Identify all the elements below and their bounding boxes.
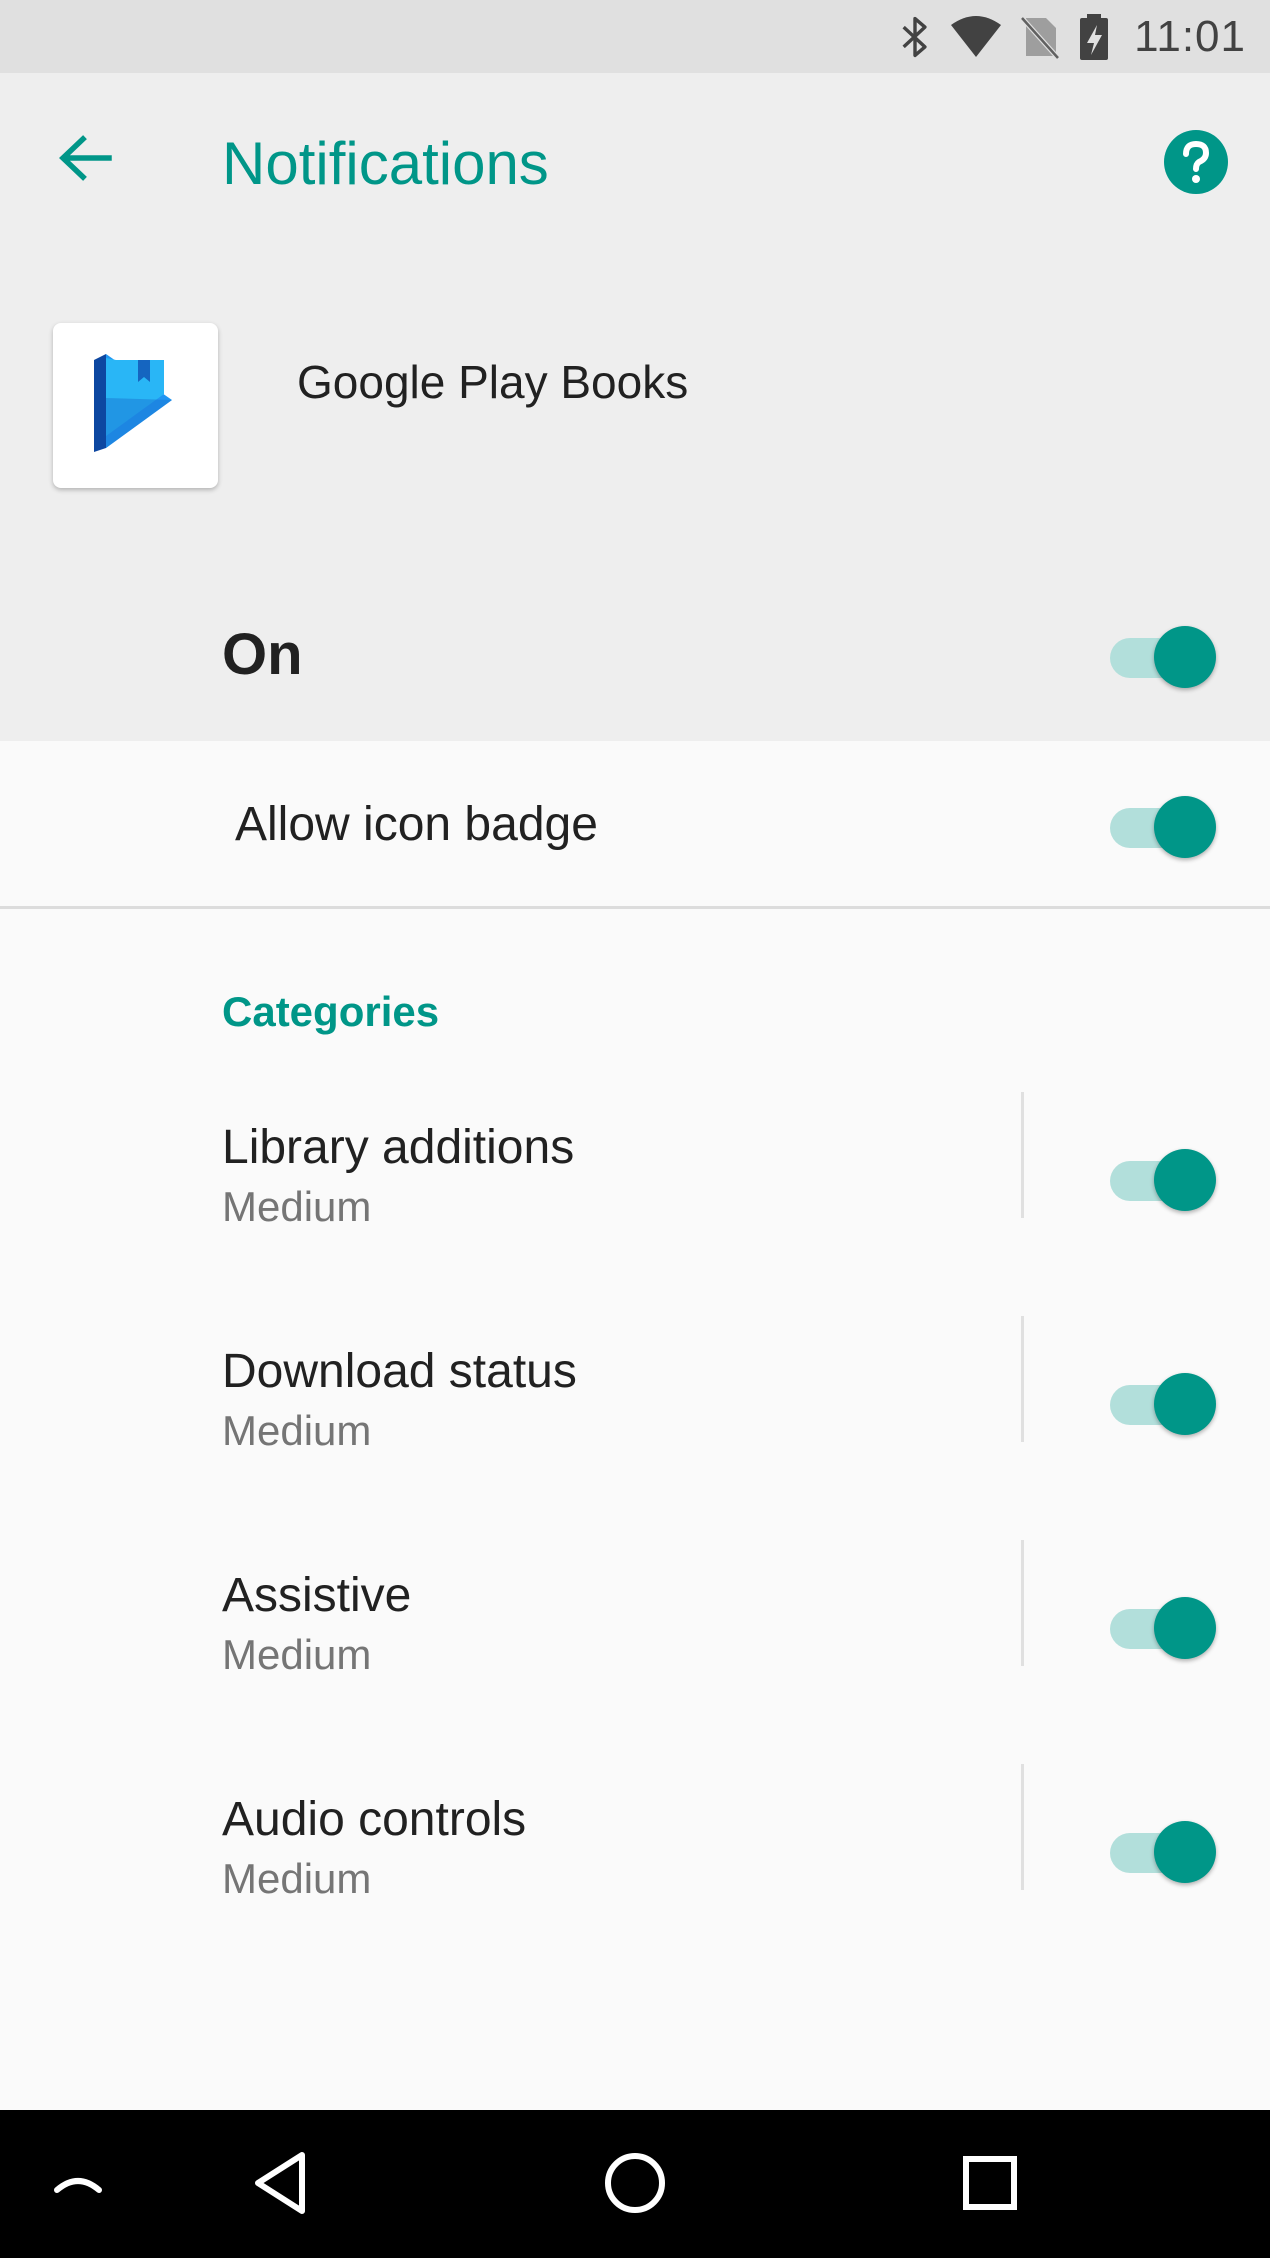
category-title: Audio controls <box>222 1793 527 1846</box>
category-row-assistive[interactable]: Assistive Medium <box>0 1540 1270 1766</box>
arrow-back-icon <box>57 133 113 188</box>
toggle-thumb <box>1154 1149 1216 1211</box>
navigation-bar <box>0 2110 1270 2258</box>
category-importance: Medium <box>222 1631 372 1678</box>
category-importance: Medium <box>222 1855 372 1902</box>
vertical-separator <box>1021 1092 1024 1218</box>
bluetooth-icon <box>898 14 932 60</box>
category-title: Assistive <box>222 1569 412 1622</box>
vertical-separator <box>1021 1764 1024 1890</box>
category-toggle-audio-controls[interactable] <box>1106 1813 1216 1883</box>
category-row-audio-controls[interactable]: Audio controls Medium <box>0 1764 1270 1990</box>
wifi-icon <box>950 15 1002 59</box>
master-toggle-label: On <box>222 622 303 687</box>
category-title: Download status <box>222 1345 577 1398</box>
toggle-thumb <box>1154 1821 1216 1883</box>
nav-back-button[interactable] <box>240 2140 320 2230</box>
help-icon <box>1162 130 1230 200</box>
status-bar: 11:01 <box>0 0 1270 73</box>
status-time: 11:01 <box>1134 11 1246 61</box>
nav-home-button[interactable] <box>590 2140 680 2230</box>
category-toggle-assistive[interactable] <box>1106 1589 1216 1659</box>
master-toggle[interactable] <box>1106 618 1216 688</box>
category-toggle-download-status[interactable] <box>1106 1365 1216 1435</box>
categories-header: Categories <box>222 988 440 1035</box>
toggle-thumb <box>1154 1597 1216 1659</box>
recents-square-icon <box>962 2155 1018 2216</box>
icon-badge-toggle[interactable] <box>1106 788 1216 858</box>
vertical-separator <box>1021 1540 1024 1666</box>
help-button[interactable] <box>1162 128 1230 196</box>
category-importance: Medium <box>222 1407 372 1454</box>
category-importance: Medium <box>222 1183 372 1230</box>
vertical-separator <box>1021 1316 1024 1442</box>
section-divider <box>0 906 1270 909</box>
category-row-download-status[interactable]: Download status Medium <box>0 1316 1270 1542</box>
app-icon-tile <box>53 323 218 488</box>
category-title: Library additions <box>222 1121 575 1174</box>
page-title: Notifications <box>222 130 549 197</box>
toggle-thumb <box>1154 626 1216 688</box>
google-play-books-icon <box>86 348 186 463</box>
toggle-thumb <box>1154 796 1216 858</box>
category-toggle-library-additions[interactable] <box>1106 1141 1216 1211</box>
status-icons: 11:01 <box>898 0 1246 73</box>
icon-badge-label: Allow icon badge <box>235 798 598 851</box>
keyboard-dismiss-icon <box>53 2168 103 2203</box>
nav-recents-button[interactable] <box>950 2140 1030 2230</box>
app-name: Google Play Books <box>297 356 689 408</box>
icon-badge-row[interactable] <box>0 741 1270 907</box>
battery-icon <box>1078 13 1110 61</box>
keyboard-dismiss-button[interactable] <box>40 2150 116 2220</box>
home-circle-icon <box>603 2151 667 2220</box>
toggle-thumb <box>1154 1373 1216 1435</box>
back-triangle-icon <box>250 2150 310 2221</box>
back-button[interactable] <box>50 120 120 200</box>
no-sim-icon <box>1020 14 1061 60</box>
category-row-library-additions[interactable]: Library additions Medium <box>0 1092 1270 1318</box>
